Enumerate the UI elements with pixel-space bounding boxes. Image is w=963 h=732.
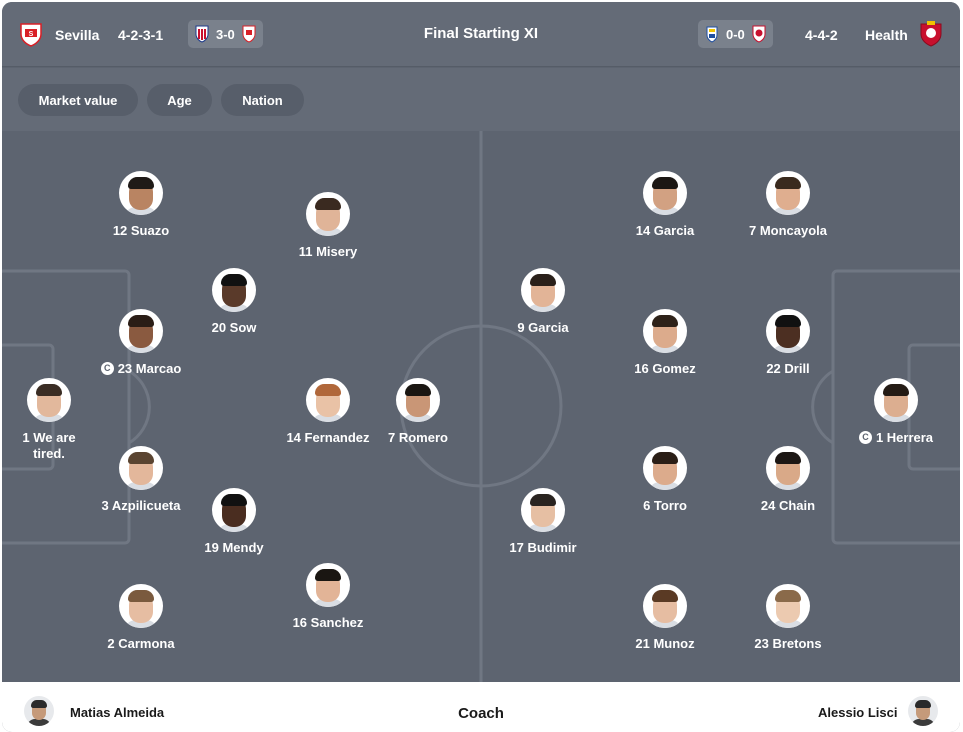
player-card[interactable]: 16 Sanchez xyxy=(263,563,393,631)
away-last-result[interactable]: 0-0 xyxy=(698,20,773,48)
player-name: 21 Munoz xyxy=(635,636,695,651)
player-name: 1 We are tired. xyxy=(22,430,76,461)
filter-age[interactable]: Age xyxy=(147,84,212,116)
player-photo xyxy=(643,584,687,628)
player-card[interactable]: 7 Moncayola xyxy=(723,171,853,239)
player-card[interactable]: 14 Garcia xyxy=(600,171,730,239)
player-card[interactable]: 12 Suazo xyxy=(76,171,206,239)
player-name: 14 Garcia xyxy=(635,223,695,238)
player-photo xyxy=(766,309,810,353)
player-name: C1 Herrera xyxy=(858,430,933,446)
player-card[interactable]: 7 Romero xyxy=(353,378,483,446)
filter-market-value[interactable]: Market value xyxy=(18,84,138,116)
osasuna-crest-icon[interactable] xyxy=(918,21,944,47)
player-photo xyxy=(521,268,565,312)
match-header: S Sevilla 4-2-3-1 3-0 Final Starting XI … xyxy=(2,2,960,67)
player-card[interactable]: 21 Munoz xyxy=(600,584,730,652)
player-photo xyxy=(27,378,71,422)
player-card[interactable]: C 23 Marcao xyxy=(76,309,206,377)
away-coach-avatar xyxy=(908,696,938,726)
player-card[interactable]: 6 Torro xyxy=(600,446,730,514)
player-card[interactable]: 22 Drill xyxy=(723,309,853,377)
player-name: 20 Sow xyxy=(211,320,257,335)
captain-icon: C xyxy=(858,431,872,444)
oviedo-crest-icon xyxy=(706,26,718,43)
player-photo xyxy=(212,488,256,532)
player-card[interactable]: 2 Carmona xyxy=(76,584,206,652)
filter-nation[interactable]: Nation xyxy=(221,84,304,116)
lineup-widget: S Sevilla 4-2-3-1 3-0 Final Starting XI … xyxy=(2,2,960,732)
player-name: 6 Torro xyxy=(643,498,687,513)
player-card[interactable]: 23 Bretons xyxy=(723,584,853,652)
player-name: 17 Budimir xyxy=(509,540,577,555)
player-name: 11 Misery xyxy=(298,244,358,259)
player-card[interactable]: 11 Misery xyxy=(263,192,393,260)
player-photo xyxy=(766,584,810,628)
player-name: 16 Sanchez xyxy=(292,615,364,630)
player-photo xyxy=(874,378,918,422)
player-name: 7 Moncayola xyxy=(748,223,828,238)
player-photo xyxy=(119,309,163,353)
player-photo xyxy=(119,584,163,628)
player-name: 24 Chain xyxy=(760,498,816,513)
player-name: 2 Carmona xyxy=(107,636,175,651)
player-name: C 23 Marcao xyxy=(100,361,181,377)
player-name: 19 Mendy xyxy=(204,540,264,555)
player-photo xyxy=(306,378,350,422)
player-card[interactable]: C1 Herrera xyxy=(840,378,952,446)
player-photo xyxy=(766,171,810,215)
player-name: 23 Bretons xyxy=(754,636,822,651)
player-photo xyxy=(396,378,440,422)
player-photo xyxy=(212,268,256,312)
filter-bar: Market value Age Nation xyxy=(2,68,960,131)
away-last-score: 0-0 xyxy=(726,26,745,42)
player-card[interactable]: 9 Garcia xyxy=(478,268,608,336)
player-photo xyxy=(643,309,687,353)
away-team-name[interactable]: Health xyxy=(865,27,908,43)
player-photo xyxy=(119,446,163,490)
player-name: 9 Garcia xyxy=(517,320,569,335)
pitch: 12 Suazo 11 Misery 20 Sow C 23 Marcao 1 W… xyxy=(2,131,960,682)
coach-bar: Matias Almeida Coach Alessio Lisci xyxy=(2,682,960,732)
player-card[interactable]: 17 Budimir xyxy=(478,488,608,556)
player-card[interactable]: 19 Mendy xyxy=(169,488,299,556)
player-card[interactable]: 16 Gomez xyxy=(600,309,730,377)
captain-icon: C xyxy=(100,362,114,375)
player-name: 7 Romero xyxy=(388,430,448,445)
player-photo xyxy=(119,171,163,215)
player-name: 22 Drill xyxy=(766,361,810,376)
player-photo xyxy=(521,488,565,532)
player-photo xyxy=(306,563,350,607)
away-coach-name[interactable]: Alessio Lisci xyxy=(818,705,897,720)
coach-label: Coach xyxy=(458,705,504,722)
osasuna-mini-crest-icon xyxy=(752,25,766,43)
away-formation: 4-4-2 xyxy=(805,27,838,43)
player-photo xyxy=(643,446,687,490)
player-name: 16 Gomez xyxy=(634,361,696,376)
player-card[interactable]: 24 Chain xyxy=(723,446,853,514)
player-name: 12 Suazo xyxy=(112,223,170,238)
player-photo xyxy=(306,192,350,236)
player-photo xyxy=(766,446,810,490)
player-photo xyxy=(643,171,687,215)
